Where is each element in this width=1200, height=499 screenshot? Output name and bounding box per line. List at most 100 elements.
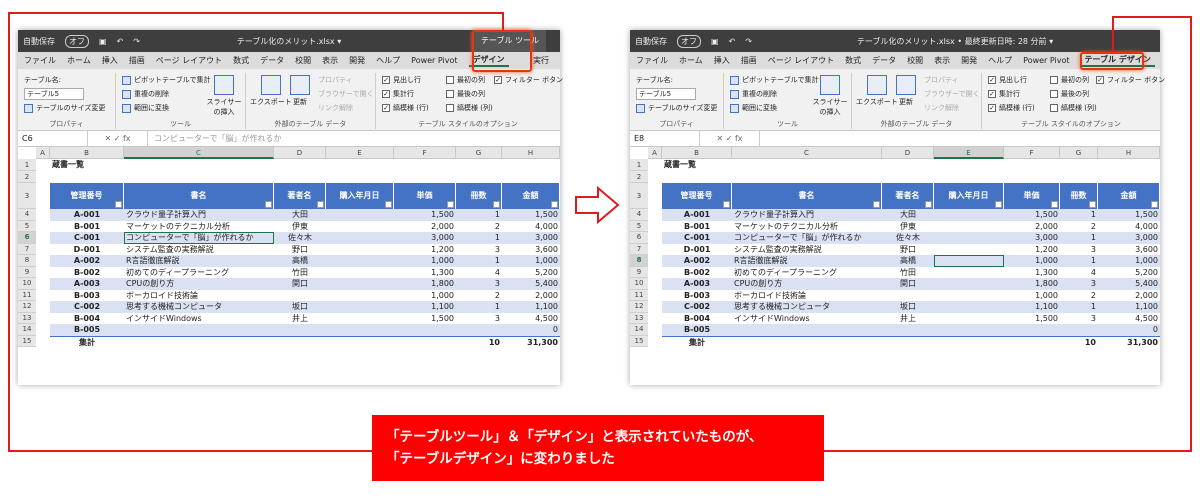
table-cell[interactable] [1060, 324, 1098, 336]
table-cell[interactable]: 3,000 [394, 232, 456, 244]
table-cell[interactable]: 伊東 [882, 221, 934, 233]
table-cell[interactable]: 4 [456, 267, 502, 279]
table-cell[interactable] [456, 324, 502, 336]
table-cell[interactable] [326, 324, 394, 336]
opt-header-row[interactable]: ✓ 見出し行 [382, 75, 421, 85]
total-cell[interactable] [274, 335, 326, 348]
total-cell[interactable] [124, 335, 274, 348]
col-header-H[interactable]: H [502, 147, 560, 159]
row-header-4[interactable]: 4 [630, 209, 648, 221]
filter-dropdown-icon[interactable] [265, 201, 272, 208]
total-cell[interactable] [934, 335, 1004, 348]
table-cell[interactable] [882, 324, 934, 336]
properties-button[interactable]: プロパティ [924, 75, 959, 85]
redo-icon[interactable]: ↷ [745, 37, 752, 46]
table-cell[interactable] [124, 324, 274, 336]
table-cell[interactable] [934, 244, 1004, 256]
table-cell[interactable]: 0 [1098, 324, 1160, 336]
filter-dropdown-icon[interactable] [873, 201, 880, 208]
export-button[interactable]: エクスポート [250, 75, 292, 107]
table-cell[interactable] [326, 244, 394, 256]
table-cell[interactable]: 1,000 [1004, 255, 1060, 267]
table-cell[interactable]: 3 [456, 313, 502, 325]
total-cell[interactable]: 集計 [50, 335, 124, 348]
table-cell[interactable]: C-001 [50, 232, 124, 244]
tab-5[interactable]: 数式 [845, 55, 861, 66]
table-cell[interactable]: マーケットのテクニカル分析 [124, 221, 274, 233]
table-cell[interactable]: 1,200 [1004, 244, 1060, 256]
row-header-10[interactable]: 10 [630, 278, 648, 290]
sheet-title[interactable]: 蔵書一覧 [50, 159, 170, 171]
opt-banded-cols[interactable]: 縞模様 (列) [446, 103, 493, 113]
table-cell[interactable]: 思考する機械コンピュータ [124, 301, 274, 313]
table-cell[interactable] [934, 255, 1004, 267]
table-cell[interactable]: 4 [1060, 267, 1098, 279]
opt-last-col[interactable]: 最後の列 [446, 89, 485, 99]
table-cell[interactable]: コンピューターで「脳」が作れるか [124, 232, 274, 244]
table-cell[interactable]: 関口 [882, 278, 934, 290]
table-cell[interactable] [326, 290, 394, 302]
tab-9[interactable]: 開発 [349, 55, 365, 66]
tab-2[interactable]: 挿入 [102, 55, 118, 66]
tab-3[interactable]: 描画 [129, 55, 145, 66]
tab-4[interactable]: ページ レイアウト [156, 55, 222, 66]
table-name-input[interactable]: テーブル5 [24, 88, 84, 100]
table-cell[interactable]: 坂口 [274, 301, 326, 313]
search-tell-me[interactable]: 実行 [533, 55, 549, 66]
table-cell[interactable] [326, 278, 394, 290]
table-cell[interactable] [934, 221, 1004, 233]
table-cell[interactable]: R言語徹底解説 [124, 255, 274, 267]
table-cell[interactable]: C-002 [662, 301, 732, 313]
tab-0[interactable]: ファイル [24, 55, 56, 66]
table-cell[interactable]: B-003 [50, 290, 124, 302]
table-header-cell[interactable]: 金額 [1098, 183, 1160, 209]
table-cell[interactable]: 竹田 [274, 267, 326, 279]
col-header-G[interactable]: G [456, 147, 502, 159]
convert-range-button[interactable]: 範囲に変換 [122, 103, 169, 113]
filter-dropdown-icon[interactable] [385, 201, 392, 208]
opt-first-col[interactable]: 最初の列 [1050, 75, 1089, 85]
table-cell[interactable]: システム監査の実務解説 [732, 244, 882, 256]
autosave-toggle[interactable]: オフ [677, 34, 701, 48]
table-cell[interactable] [326, 232, 394, 244]
table-cell[interactable]: 0 [502, 324, 560, 336]
table-cell[interactable]: A-001 [662, 209, 732, 221]
total-cell[interactable] [882, 335, 934, 348]
total-cell[interactable] [394, 335, 456, 348]
table-cell[interactable]: 高橋 [882, 255, 934, 267]
row-header-12[interactable]: 12 [630, 301, 648, 313]
row-header-15[interactable]: 15 [18, 335, 36, 347]
tab-7[interactable]: 校閲 [295, 55, 311, 66]
table-cell[interactable]: 大田 [274, 209, 326, 221]
table-cell[interactable]: 1,000 [394, 290, 456, 302]
table-cell[interactable]: 1,300 [1004, 267, 1060, 279]
table-cell[interactable]: C-001 [662, 232, 732, 244]
table-header-cell[interactable]: 単価 [394, 183, 456, 209]
total-cell[interactable] [326, 335, 394, 348]
total-cell[interactable]: 31,300 [502, 335, 560, 348]
row-header-11[interactable]: 11 [18, 289, 36, 301]
table-cell[interactable]: B-005 [50, 324, 124, 336]
table-name-input[interactable]: テーブル5 [636, 88, 696, 100]
col-header-H[interactable]: H [1098, 147, 1160, 159]
table-cell[interactable]: 2,000 [1004, 221, 1060, 233]
col-header-D[interactable]: D [274, 147, 326, 159]
table-header-cell[interactable]: 管理番号 [50, 183, 124, 209]
row-header-9[interactable]: 9 [630, 266, 648, 278]
table-cell[interactable]: 1,500 [502, 209, 560, 221]
sheet-grid[interactable]: A B C D E F G H 1 2 3 4 5 6 7 8 9 10 11 12 13 14 15 蔵書一覧 管理番号 書名著… [18, 147, 560, 385]
table-cell[interactable]: 佐々木 [882, 232, 934, 244]
row-header-2[interactable]: 2 [18, 171, 36, 183]
table-cell[interactable]: 佐々木 [274, 232, 326, 244]
table-cell[interactable]: CPUの創り方 [124, 278, 274, 290]
opt-banded-rows[interactable]: ✓ 縞模様 (行) [988, 103, 1035, 113]
table-cell[interactable] [934, 313, 1004, 325]
table-cell[interactable]: 関口 [274, 278, 326, 290]
table-cell[interactable]: 伊東 [274, 221, 326, 233]
table-cell[interactable]: 坂口 [882, 301, 934, 313]
properties-button[interactable]: プロパティ [318, 75, 353, 85]
table-cell[interactable]: B-003 [662, 290, 732, 302]
table-header-cell[interactable]: 管理番号 [662, 183, 732, 209]
table-cell[interactable]: B-002 [50, 267, 124, 279]
row-header-8[interactable]: 8 [18, 255, 36, 267]
